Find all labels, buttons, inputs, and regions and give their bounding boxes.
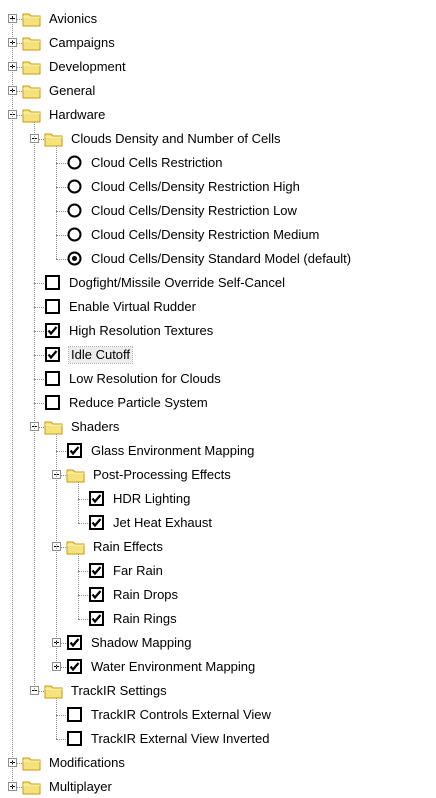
checkbox-icon[interactable]: [45, 371, 60, 389]
checkbox-icon[interactable]: [89, 515, 104, 533]
checkbox-icon[interactable]: [45, 275, 60, 293]
tree-connector: [78, 482, 79, 523]
checkbox-icon[interactable]: [89, 611, 104, 629]
folder-icon: [66, 467, 86, 486]
tree-connector: [34, 122, 35, 691]
checkbox-icon[interactable]: [67, 731, 82, 749]
tree-item-label: Water Environment Mapping: [91, 659, 256, 674]
checkbox-icon[interactable]: [89, 491, 104, 509]
tree-item-label: Campaigns: [49, 35, 115, 50]
folder-icon: [44, 419, 64, 438]
checkbox-icon[interactable]: [45, 395, 60, 413]
radio-button-icon[interactable]: [67, 155, 82, 173]
tree-item-label: Glass Environment Mapping: [91, 443, 255, 458]
folder-icon: [22, 11, 42, 30]
folder-icon: [22, 59, 42, 78]
checkbox-icon[interactable]: [67, 659, 82, 677]
tree-item-label: TrackIR Settings: [71, 683, 167, 698]
tree-item-label: Shaders: [71, 419, 120, 434]
checkbox-icon[interactable]: [67, 443, 82, 461]
tree-item-label: Jet Heat Exhaust: [113, 515, 212, 530]
folder-icon: [66, 539, 86, 558]
checkbox-icon[interactable]: [67, 635, 82, 653]
tree-connector: [56, 698, 57, 739]
tree-item-label: Cloud Cells Restriction: [91, 155, 223, 170]
tree-item-label: Avionics: [49, 11, 98, 26]
tree-item-label: Multiplayer: [49, 779, 112, 794]
folder-icon: [22, 83, 42, 102]
tree-item-label: Post-Processing Effects: [93, 467, 231, 482]
tree-item-label: Low Resolution for Clouds: [69, 371, 221, 386]
tree-connector: [56, 146, 57, 259]
radio-button-icon[interactable]: [67, 251, 82, 269]
radio-button-icon[interactable]: [67, 227, 82, 245]
tree-item-label: Hardware: [49, 107, 106, 122]
tree-item-label: Cloud Cells/Density Standard Model (defa…: [91, 251, 352, 266]
tree-item-label: Enable Virtual Rudder: [69, 299, 196, 314]
folder-icon: [22, 107, 42, 126]
folder-icon: [22, 35, 42, 54]
tree-item-label: Clouds Density and Number of Cells: [71, 131, 281, 146]
folder-icon: [44, 683, 64, 702]
folder-icon: [22, 755, 42, 774]
checkbox-icon[interactable]: [45, 299, 60, 317]
tree-item-label: TrackIR External View Inverted: [91, 731, 270, 746]
tree-item-label: Shadow Mapping: [91, 635, 192, 650]
tree-item-label: General: [49, 83, 96, 98]
settings-tree: Avionics Campaigns Development General Hardw…: [0, 0, 436, 795]
tree-item-label: Development: [49, 59, 126, 74]
tree-item-label: Idle Cutoff: [67, 346, 134, 364]
tree-item-label: Reduce Particle System: [69, 395, 208, 410]
tree-item-label: Rain Rings: [113, 611, 177, 626]
tree-connector: [12, 19, 13, 787]
tree-item-label: Cloud Cells/Density Restriction High: [91, 179, 300, 194]
checkbox-icon[interactable]: [89, 563, 104, 581]
checkbox-icon[interactable]: [45, 347, 60, 365]
tree-item-label: Dogfight/Missile Override Self-Cancel: [69, 275, 286, 290]
tree-item-label: Cloud Cells/Density Restriction Medium: [91, 227, 320, 242]
checkbox-icon[interactable]: [67, 707, 82, 725]
tree-item-label: Rain Drops: [113, 587, 179, 602]
tree-item-label: Far Rain: [113, 563, 163, 578]
tree-item-label: High Resolution Textures: [69, 323, 214, 338]
checkbox-icon[interactable]: [45, 323, 60, 341]
tree-connector: [78, 554, 79, 619]
tree-item-label: Cloud Cells/Density Restriction Low: [91, 203, 297, 218]
folder-icon: [22, 779, 42, 798]
radio-button-icon[interactable]: [67, 179, 82, 197]
folder-icon: [44, 131, 64, 150]
radio-button-icon[interactable]: [67, 203, 82, 221]
tree-item-label: Modifications: [49, 755, 125, 770]
tree-item-label: Rain Effects: [93, 539, 163, 554]
checkbox-icon[interactable]: [89, 587, 104, 605]
tree-connector: [56, 434, 57, 667]
tree-item-label: HDR Lighting: [113, 491, 191, 506]
tree-item-label: TrackIR Controls External View: [91, 707, 271, 722]
